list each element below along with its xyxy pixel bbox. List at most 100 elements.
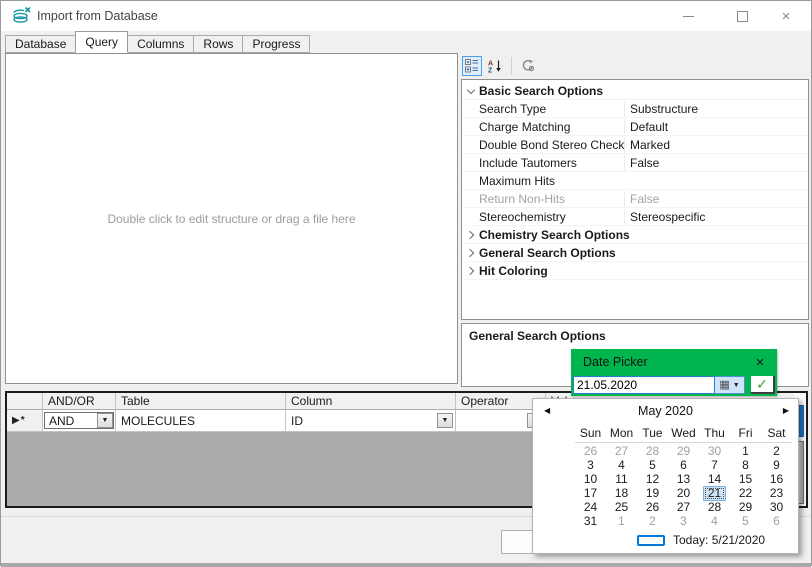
tab-columns[interactable]: Columns bbox=[128, 35, 194, 53]
day[interactable]: 30 bbox=[767, 501, 786, 514]
calendar-day-cell[interactable]: 12 bbox=[637, 472, 668, 486]
day[interactable]: 5 bbox=[646, 459, 659, 472]
day[interactable]: 1 bbox=[615, 515, 628, 528]
day[interactable]: 1 bbox=[739, 445, 752, 458]
day[interactable]: 12 bbox=[643, 473, 662, 486]
calendar-day-cell[interactable]: 27 bbox=[668, 500, 699, 514]
day[interactable]: 27 bbox=[612, 445, 631, 458]
property-row-double-bond-stereo-check[interactable]: Double Bond Stereo CheckMarked bbox=[462, 136, 808, 154]
calendar-day-cell[interactable]: 19 bbox=[637, 486, 668, 500]
property-group-basic-search-options[interactable]: Basic Search Options bbox=[462, 82, 808, 100]
table-cell[interactable]: MOLECULES bbox=[116, 410, 286, 432]
property-group-hit-coloring[interactable]: Hit Coloring bbox=[462, 262, 808, 280]
calendar-day-cell[interactable]: 26 bbox=[575, 444, 606, 458]
day[interactable]: 20 bbox=[674, 487, 693, 500]
calendar-day-cell[interactable]: 16 bbox=[761, 472, 792, 486]
calendar-day-cell[interactable]: 29 bbox=[668, 444, 699, 458]
day[interactable]: 29 bbox=[674, 445, 693, 458]
calendar-day-cell[interactable]: 24 bbox=[575, 500, 606, 514]
property-value[interactable]: Default bbox=[624, 119, 808, 135]
day[interactable]: 3 bbox=[584, 459, 597, 472]
calendar-day-cell[interactable]: 6 bbox=[668, 458, 699, 472]
day[interactable]: 13 bbox=[674, 473, 693, 486]
day[interactable]: 28 bbox=[705, 501, 724, 514]
day[interactable]: 29 bbox=[736, 501, 755, 514]
tab-query[interactable]: Query bbox=[75, 31, 128, 53]
column-cell[interactable]: ID ▼ bbox=[286, 410, 456, 432]
calendar-today-row[interactable]: Today: 5/21/2020 bbox=[637, 532, 765, 548]
day[interactable]: 30 bbox=[705, 445, 724, 458]
calendar-day-cell[interactable]: 13 bbox=[668, 472, 699, 486]
selected-day[interactable]: 21 bbox=[703, 486, 726, 501]
calendar-day-cell[interactable]: 2 bbox=[637, 514, 668, 528]
day[interactable]: 2 bbox=[770, 445, 783, 458]
tab-database[interactable]: Database bbox=[5, 35, 76, 53]
minimize-button[interactable] bbox=[671, 1, 705, 31]
day[interactable]: 2 bbox=[646, 515, 659, 528]
next-month-button[interactable]: ▶ bbox=[783, 406, 789, 415]
day[interactable]: 9 bbox=[770, 459, 783, 472]
property-group-chemistry-search-options[interactable]: Chemistry Search Options bbox=[462, 226, 808, 244]
chevron-right-icon[interactable] bbox=[465, 266, 473, 274]
day[interactable]: 4 bbox=[708, 515, 721, 528]
day[interactable]: 31 bbox=[581, 515, 600, 528]
day[interactable]: 18 bbox=[612, 487, 631, 500]
calendar-day-cell[interactable]: 23 bbox=[761, 486, 792, 500]
calendar-day-cell[interactable]: 20 bbox=[668, 486, 699, 500]
day[interactable]: 11 bbox=[612, 473, 630, 486]
property-value[interactable]: False bbox=[624, 191, 808, 207]
calendar-day-cell[interactable]: 21 bbox=[699, 486, 730, 500]
apply-date-button[interactable]: ✓ bbox=[751, 376, 775, 394]
property-row-return-non-hits[interactable]: Return Non-HitsFalse bbox=[462, 190, 808, 208]
day[interactable]: 17 bbox=[581, 487, 600, 500]
calendar-day-cell[interactable]: 28 bbox=[699, 500, 730, 514]
calendar-day-cell[interactable]: 28 bbox=[637, 444, 668, 458]
day[interactable]: 14 bbox=[705, 473, 724, 486]
day[interactable]: 26 bbox=[643, 501, 662, 514]
calendar-day-cell[interactable]: 9 bbox=[761, 458, 792, 472]
calendar-day-cell[interactable]: 4 bbox=[699, 514, 730, 528]
calendar-day-cell[interactable]: 18 bbox=[606, 486, 637, 500]
date-picker-close-button[interactable]: × bbox=[749, 349, 771, 376]
calendar-month-label[interactable]: May 2020 bbox=[533, 404, 798, 418]
and-or-dropdown-button[interactable]: ▼ bbox=[97, 413, 113, 428]
property-row-search-type[interactable]: Search TypeSubstructure bbox=[462, 100, 808, 118]
property-value[interactable]: Stereospecific bbox=[624, 209, 808, 225]
calendar-day-cell[interactable]: 17 bbox=[575, 486, 606, 500]
calendar-day-cell[interactable]: 3 bbox=[575, 458, 606, 472]
calendar-day-cell[interactable]: 30 bbox=[699, 444, 730, 458]
day[interactable]: 25 bbox=[612, 501, 631, 514]
property-value[interactable]: False bbox=[624, 155, 808, 171]
calendar-day-cell[interactable]: 30 bbox=[761, 500, 792, 514]
day[interactable]: 28 bbox=[643, 445, 662, 458]
calendar-day-cell[interactable]: 5 bbox=[637, 458, 668, 472]
tab-progress[interactable]: Progress bbox=[243, 35, 310, 53]
calendar-day-cell[interactable]: 26 bbox=[637, 500, 668, 514]
property-row-charge-matching[interactable]: Charge MatchingDefault bbox=[462, 118, 808, 136]
calendar-day-cell[interactable]: 31 bbox=[575, 514, 606, 528]
maximize-button[interactable] bbox=[725, 1, 759, 31]
calendar-day-cell[interactable]: 11 bbox=[606, 472, 637, 486]
calendar-day-cell[interactable]: 14 bbox=[699, 472, 730, 486]
calendar-day-cell[interactable]: 1 bbox=[606, 514, 637, 528]
property-row-maximum-hits[interactable]: Maximum Hits bbox=[462, 172, 808, 190]
chevron-down-icon[interactable] bbox=[466, 85, 474, 93]
day[interactable]: 16 bbox=[767, 473, 786, 486]
calendar-day-cell[interactable]: 7 bbox=[699, 458, 730, 472]
column-dropdown-button[interactable]: ▼ bbox=[437, 413, 453, 428]
chevron-right-icon[interactable] bbox=[465, 248, 473, 256]
calendar-day-cell[interactable]: 6 bbox=[761, 514, 792, 528]
day[interactable]: 3 bbox=[677, 515, 690, 528]
day[interactable]: 10 bbox=[581, 473, 600, 486]
day[interactable]: 6 bbox=[677, 459, 690, 472]
calendar-day-cell[interactable]: 27 bbox=[606, 444, 637, 458]
day[interactable]: 8 bbox=[739, 459, 752, 472]
property-row-stereochemistry[interactable]: StereochemistryStereospecific bbox=[462, 208, 808, 226]
calendar-day-cell[interactable]: 4 bbox=[606, 458, 637, 472]
calendar-day-cell[interactable]: 10 bbox=[575, 472, 606, 486]
tab-rows[interactable]: Rows bbox=[194, 35, 243, 53]
alphabetical-sort-button[interactable]: A Z bbox=[485, 56, 505, 76]
property-value[interactable]: Substructure bbox=[624, 101, 808, 117]
calendar-day-cell[interactable]: 25 bbox=[606, 500, 637, 514]
day[interactable]: 4 bbox=[615, 459, 628, 472]
